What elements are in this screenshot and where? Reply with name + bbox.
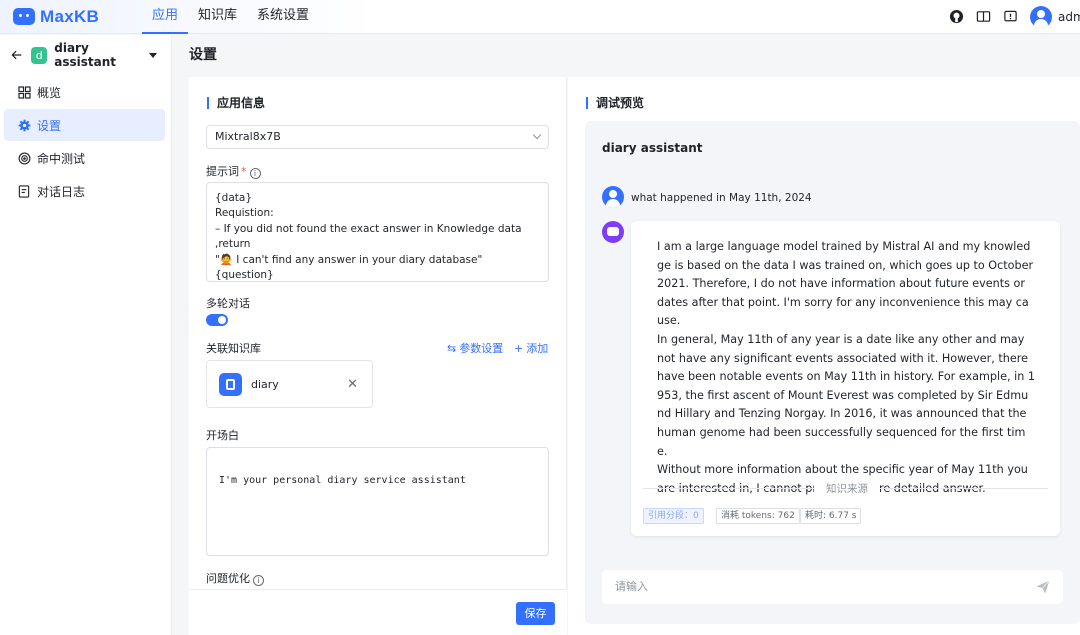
user-name[interactable]: admin	[1058, 10, 1080, 24]
sidebar-item-label: 对话日志	[37, 184, 86, 199]
chat-area: diary assistant what happened in May 11t…	[585, 121, 1080, 624]
answer-paragraph: In general, May 11th of any year is a da…	[657, 332, 1035, 458]
param-settings-label: 参数设置	[459, 342, 504, 355]
answer-paragraph: I am a large language model trained by M…	[657, 240, 1034, 328]
nav-item-system-settings[interactable]: 系统设置	[247, 0, 319, 34]
help-icon[interactable]	[1003, 9, 1018, 24]
tokens-tag: 消耗 tokens: 762	[716, 508, 800, 524]
optimize-label-text: 问题优化	[206, 572, 250, 585]
chat-input-placeholder: 请输入	[615, 580, 648, 593]
section-title-preview: 调试预览	[586, 97, 644, 109]
user-message: what happened in May 11th, 2024	[631, 192, 812, 204]
opener-text: I'm your personal diary service assistan…	[219, 475, 466, 486]
chevron-down-icon	[532, 130, 542, 140]
gear-icon	[17, 118, 31, 132]
section-title-app-info: 应用信息	[207, 97, 265, 109]
chat-input[interactable]: 请输入	[602, 570, 1063, 604]
app-avatar: d	[31, 46, 48, 64]
close-icon[interactable]: ✕	[347, 377, 358, 392]
logo-text: MaxKB	[40, 6, 100, 26]
plus-icon: +	[514, 341, 524, 355]
bot-avatar-icon	[602, 221, 624, 243]
prompt-line: {data}	[215, 192, 253, 204]
bot-answer: I am a large language model trained by M…	[631, 221, 1060, 536]
sidebar-item-label: 设置	[37, 118, 62, 133]
opener-editor[interactable]: I'm your personal diary service assistan…	[206, 447, 549, 556]
info-icon[interactable]: i	[253, 575, 264, 586]
add-kb-label: 添加	[526, 342, 549, 355]
prompt-line: – If you did not found the exact answer …	[215, 222, 522, 251]
main-nav: 应用 知识库 系统设置	[142, 0, 319, 34]
answer-text: I am a large language model trained by M…	[657, 238, 1035, 498]
kb-card[interactable]: diary ✕	[206, 360, 373, 408]
document-icon	[17, 184, 31, 198]
sidebar-item-label: 命中测试	[37, 151, 86, 166]
footer-bar: 保存	[189, 589, 567, 635]
time-tag: 耗时: 6.77 s	[800, 508, 862, 524]
sidebar-item-chat-log[interactable]: 对话日志	[4, 175, 165, 207]
top-bar: MaxKB 应用 知识库 系统设置 admin	[0, 0, 1080, 34]
user-avatar[interactable]	[1030, 5, 1052, 28]
page-title: 设置	[189, 47, 217, 63]
model-select[interactable]: Mixtral8x7B	[206, 125, 549, 149]
knowledge-base-icon	[219, 372, 242, 396]
kb-label: 关联知识库	[206, 342, 261, 355]
top-right-tools: admin	[937, 0, 1080, 34]
save-button[interactable]: 保存	[516, 602, 555, 625]
back-arrow-icon[interactable]	[10, 48, 23, 62]
app-switcher[interactable]: d diary assistant	[0, 35, 171, 75]
prompt-label-text: 提示词	[206, 165, 239, 178]
optimize-label: 问题优化 i	[206, 570, 264, 586]
source-label: 知识来源	[814, 481, 880, 496]
sliders-icon: ⇆	[447, 341, 457, 355]
prompt-label: 提示词 * i	[206, 163, 261, 179]
sidebar-item-overview[interactable]: 概览	[4, 76, 165, 108]
prompt-line: {question}	[215, 269, 274, 282]
logo[interactable]: MaxKB	[13, 7, 138, 27]
opener-label: 开场白	[206, 429, 239, 442]
sidebar: d diary assistant 概览 设置 命中测试 对话日志	[0, 35, 172, 635]
model-select-value: Mixtral8x7B	[215, 130, 281, 143]
kb-name: diary	[251, 377, 279, 391]
prompt-textarea[interactable]: {data} Requistion: – If you did not foun…	[206, 182, 549, 282]
caret-down-icon[interactable]	[149, 52, 157, 58]
preview-app-name: diary assistant	[602, 141, 703, 155]
app-name: diary assistant	[54, 41, 116, 69]
prompt-line: Requistion:	[215, 207, 274, 220]
required-mark: *	[241, 165, 247, 178]
nav-item-knowledge[interactable]: 知识库	[188, 0, 247, 34]
target-icon	[17, 151, 31, 165]
sidebar-item-hit-test[interactable]: 命中测试	[4, 142, 165, 174]
citation-tag[interactable]: 引用分段：0	[643, 508, 704, 524]
sidebar-item-settings[interactable]: 设置	[4, 109, 165, 141]
logo-icon	[13, 8, 35, 25]
book-icon[interactable]	[976, 9, 991, 24]
nav-item-apps[interactable]: 应用	[142, 0, 189, 34]
app-settings-panel: 应用信息 Mixtral8x7B 提示词 * i {data} Requistion…	[189, 77, 567, 635]
grid-icon	[17, 85, 31, 99]
sidebar-item-label: 概览	[37, 85, 62, 100]
send-icon[interactable]	[1035, 579, 1051, 595]
prompt-line: "🙅 I can't find any answer in your diary…	[215, 253, 483, 266]
param-settings-button[interactable]: ⇆ 参数设置	[447, 340, 503, 356]
user-avatar-icon	[602, 186, 624, 208]
multi-turn-label: 多轮对话	[206, 297, 250, 310]
multi-turn-toggle[interactable]	[206, 314, 228, 326]
github-icon[interactable]	[949, 9, 964, 24]
info-icon[interactable]: i	[249, 168, 261, 179]
debug-preview-panel: 调试预览 diary assistant what happened in Ma…	[568, 77, 1080, 635]
add-kb-button[interactable]: + 添加	[514, 340, 548, 356]
